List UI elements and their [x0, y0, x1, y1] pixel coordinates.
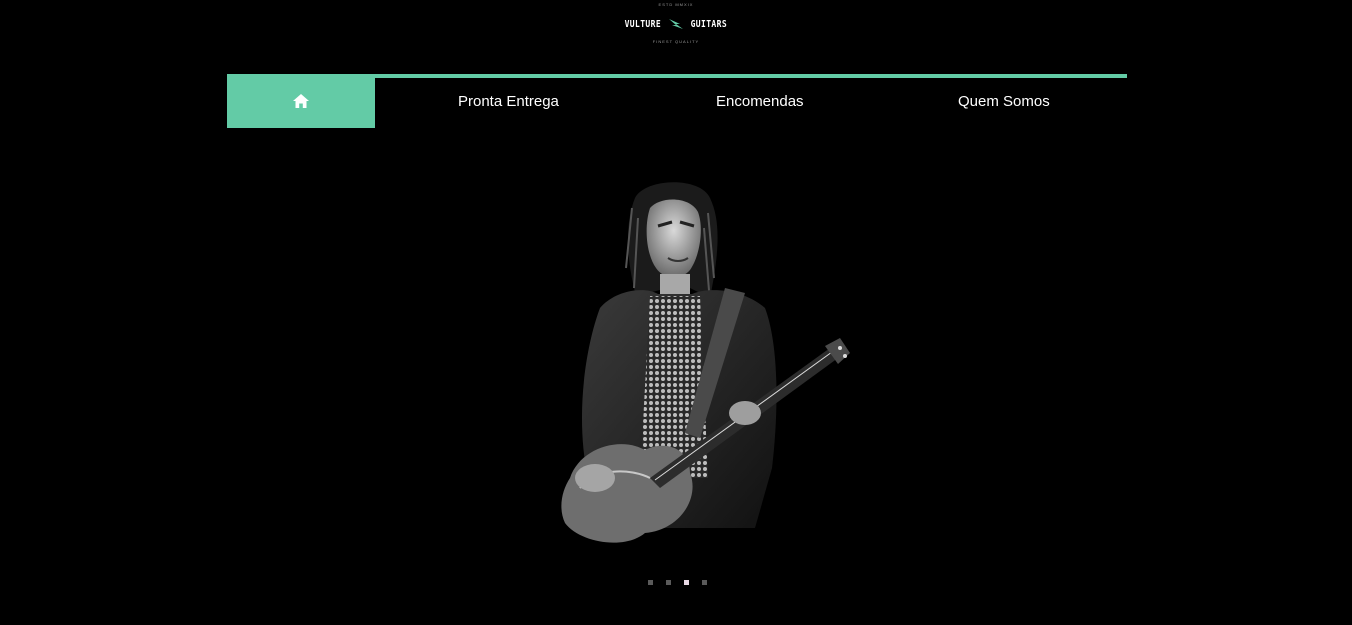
nav-item-encomendas[interactable]: Encomendas [716, 92, 804, 112]
guitarist-photo [561, 182, 850, 543]
home-icon [293, 94, 309, 108]
nav-item-quem-somos[interactable]: Quem Somos [958, 92, 1050, 112]
logo-wordmark: VULTURE GUITARS [616, 17, 736, 31]
logo-tagline-bottom: FINEST QUALITY [652, 39, 700, 44]
nav-item-pronta-entrega[interactable]: Pronta Entrega [458, 92, 559, 112]
slider-dot-4[interactable] [702, 580, 707, 585]
site-logo[interactable]: ESTD MMXIX VULTURE GUITARS FINEST QUALIT… [616, 2, 736, 48]
slider-dot-1[interactable] [648, 580, 653, 585]
logo-word-left: VULTURE [624, 18, 662, 30]
slider-dot-3[interactable] [684, 580, 689, 585]
logo-tagline-top: ESTD MMXIX [658, 2, 694, 7]
logo-word-right: GUITARS [690, 18, 728, 30]
slider-dot-2[interactable] [666, 580, 671, 585]
nav-home-button[interactable] [227, 74, 375, 128]
main-nav: Pronta Entrega Encomendas Quem Somos [227, 74, 1127, 128]
lightning-bolt-icon [668, 17, 684, 31]
hero-slide-image [540, 178, 860, 550]
slider-dots [648, 580, 707, 585]
